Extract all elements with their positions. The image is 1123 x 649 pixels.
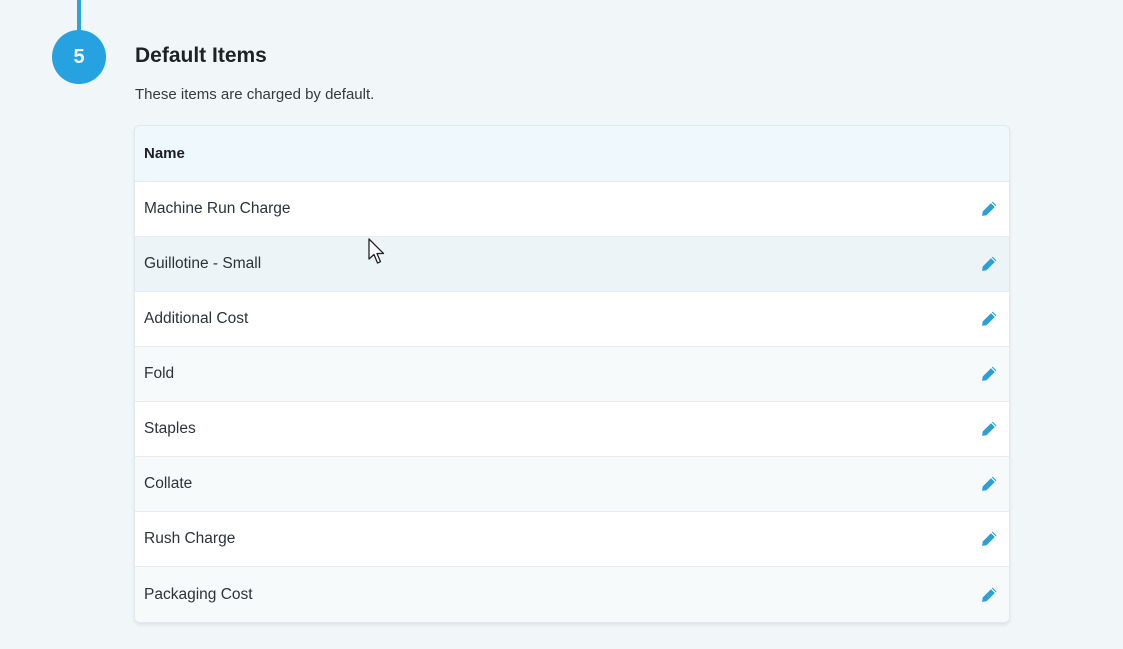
edit-button[interactable] (977, 362, 1001, 386)
item-name: Additional Cost (144, 310, 249, 327)
default-items-table: Name Machine Run Charge Guillotine - Sma… (134, 125, 1010, 623)
edit-button[interactable] (977, 197, 1001, 221)
section-title: Default Items (135, 44, 267, 67)
step-connector-line (77, 0, 81, 34)
pencil-icon (982, 587, 997, 602)
table-header: Name (135, 126, 1009, 182)
table-row: Guillotine - Small (135, 237, 1009, 292)
table-row: Fold (135, 347, 1009, 402)
table-row: Additional Cost (135, 292, 1009, 347)
pencil-icon (982, 256, 997, 271)
item-name: Machine Run Charge (144, 200, 291, 217)
edit-button[interactable] (977, 307, 1001, 331)
table-row: Staples (135, 402, 1009, 457)
edit-button[interactable] (977, 472, 1001, 496)
item-name: Staples (144, 420, 196, 437)
edit-button[interactable] (977, 527, 1001, 551)
edit-button[interactable] (977, 252, 1001, 276)
edit-button[interactable] (977, 583, 1001, 607)
step-number: 5 (73, 45, 85, 68)
pencil-icon (982, 531, 997, 546)
section-subtitle: These items are charged by default. (135, 86, 375, 103)
item-name: Collate (144, 475, 193, 492)
mouse-cursor-icon (368, 238, 385, 264)
table-row: Packaging Cost (135, 567, 1009, 622)
item-name: Packaging Cost (144, 585, 253, 603)
item-name: Rush Charge (144, 530, 236, 547)
pencil-icon (982, 311, 997, 326)
item-name: Guillotine - Small (144, 255, 262, 272)
pencil-icon (982, 201, 997, 216)
table-row: Rush Charge (135, 512, 1009, 567)
pencil-icon (982, 476, 997, 491)
column-header-name: Name (144, 145, 185, 162)
item-name: Fold (144, 365, 175, 382)
pencil-icon (982, 421, 997, 436)
pencil-icon (982, 366, 997, 381)
step-number-badge: 5 (52, 30, 106, 84)
table-row: Machine Run Charge (135, 182, 1009, 237)
edit-button[interactable] (977, 417, 1001, 441)
table-row: Collate (135, 457, 1009, 512)
